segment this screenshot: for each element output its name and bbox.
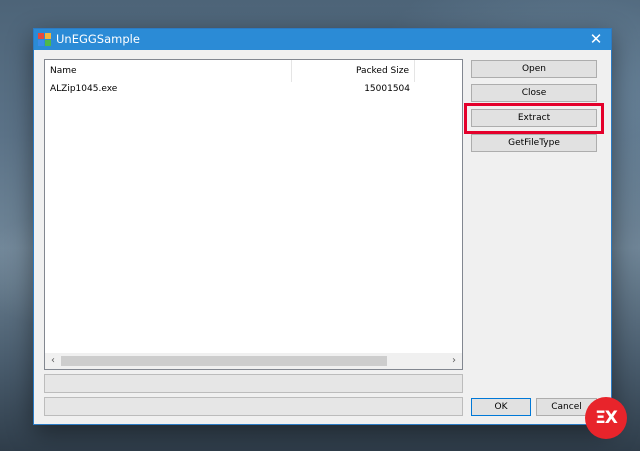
window-title: UnEGGSample	[56, 32, 140, 46]
open-button[interactable]: Open	[471, 60, 597, 78]
unegg-sample-window: UnEGGSample ✕ Name Packed Size ALZip1045…	[33, 28, 612, 425]
close-icon[interactable]: ✕	[581, 29, 611, 50]
title-bar[interactable]: UnEGGSample ✕	[34, 29, 611, 50]
column-header-name-label: Name	[50, 66, 77, 76]
ok-button[interactable]: OK	[471, 398, 531, 416]
extract-button[interactable]: Extract	[471, 109, 597, 127]
status-field-2	[44, 397, 463, 416]
app-icon	[38, 33, 51, 46]
row-file-name: ALZip1045.exe	[50, 84, 118, 94]
scrollbar-thumb[interactable]	[61, 356, 387, 366]
horizontal-scrollbar[interactable]: ‹ ›	[45, 353, 462, 369]
close-button[interactable]: Close	[471, 84, 597, 102]
logo-text: ΞX	[595, 408, 618, 428]
desktop-background: UnEGGSample ✕ Name Packed Size ALZip1045…	[0, 0, 640, 451]
list-header: Name Packed Size	[45, 60, 462, 82]
column-header-packed-size[interactable]: Packed Size	[292, 60, 415, 82]
status-field-1	[44, 374, 463, 393]
table-row[interactable]: ALZip1045.exe 15001504	[45, 82, 462, 99]
column-header-name[interactable]: Name	[45, 60, 292, 82]
chevron-right-icon[interactable]: ›	[446, 353, 462, 369]
chevron-left-icon[interactable]: ‹	[45, 353, 61, 369]
site-logo: ΞX	[585, 397, 627, 439]
row-packed-size: 15001504	[364, 84, 410, 94]
column-header-packed-size-label: Packed Size	[356, 66, 409, 76]
getfiletype-button[interactable]: GetFileType	[471, 134, 597, 152]
file-list[interactable]: Name Packed Size ALZip1045.exe 15001504 …	[44, 59, 463, 370]
